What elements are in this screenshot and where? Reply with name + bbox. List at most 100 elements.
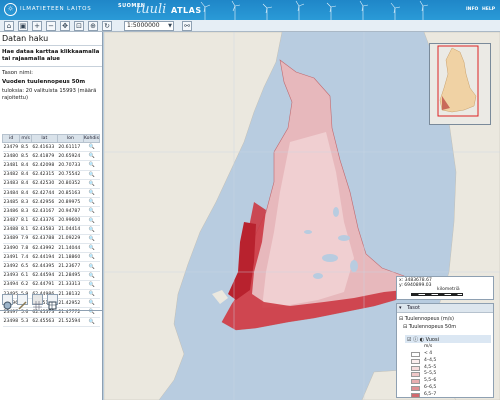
table-row[interactable]: 23492 6.5 62.44395 21.23677 🔍 bbox=[2, 261, 100, 272]
table-row[interactable]: 23485 8.3 62.42956 20.89975 🔍 bbox=[2, 197, 100, 208]
table-cell: 23489 bbox=[2, 234, 20, 245]
scale-value: 1:5000000 bbox=[127, 22, 160, 29]
zoom-to-icon[interactable]: 🔍 bbox=[83, 170, 100, 180]
table-cell: 21.14044 bbox=[57, 243, 84, 254]
home-icon[interactable]: ⌂ bbox=[4, 21, 14, 31]
table-cell: 62.43992 bbox=[31, 243, 58, 254]
col-header-kohdista[interactable]: Kohdis bbox=[82, 134, 101, 143]
overview-map[interactable] bbox=[429, 43, 491, 125]
layer-item[interactable]: ⊟ Tuulennopeus 50m bbox=[403, 324, 456, 330]
table-cell: 20.80352 bbox=[57, 179, 84, 189]
table-row[interactable]: 23483 8.4 62.42530 20.80352 🔍 bbox=[2, 179, 100, 189]
zoom-to-icon[interactable]: 🔍 bbox=[83, 197, 100, 208]
collapse-icon[interactable]: ▾ bbox=[399, 305, 402, 311]
table-icon[interactable] bbox=[47, 294, 58, 310]
table-row[interactable]: 23484 8.4 62.42744 20.85163 🔍 bbox=[2, 188, 100, 199]
map-toolbar: ⌂ ▣ + − ✥ ⊡ ⊕ ↻ 1:5000000 ▼ ⚯ bbox=[0, 20, 500, 32]
table-cell: 23487 bbox=[2, 216, 20, 226]
table-row[interactable]: 23481 8.4 62.42098 20.70733 🔍 bbox=[2, 160, 100, 171]
table-cell: 7.8 bbox=[19, 243, 32, 254]
table-row[interactable]: 23490 7.8 62.43992 21.14044 🔍 bbox=[2, 243, 100, 254]
legend-swatch bbox=[411, 372, 420, 378]
table-row[interactable]: 23488 8.1 62.43583 21.04414 🔍 bbox=[2, 225, 100, 235]
legend-label: 6–6,5 bbox=[424, 385, 437, 390]
col-header-lat[interactable]: lat bbox=[30, 134, 58, 143]
zoom-to-icon[interactable]: 🔍 bbox=[83, 225, 100, 235]
table-row[interactable]: 23491 7.4 62.44194 21.18860 🔍 bbox=[2, 252, 100, 263]
zoom-to-icon[interactable]: 🔍 bbox=[83, 206, 100, 217]
table-row[interactable]: 23489 7.9 62.43788 21.09229 🔍 bbox=[2, 234, 100, 245]
table-cell: 21.28495 bbox=[57, 271, 84, 281]
table-row[interactable]: 23494 6.2 62.44791 21.33313 🔍 bbox=[2, 280, 100, 291]
layer-label: Tason nimi: bbox=[2, 70, 34, 76]
table-row[interactable]: 23482 8.4 62.42315 20.75542 🔍 bbox=[2, 170, 100, 180]
scale-select[interactable]: 1:5000000 ▼ bbox=[124, 21, 174, 31]
table-row[interactable]: 23479 8.5 62.41633 20.61117 🔍 bbox=[2, 142, 100, 153]
table-row[interactable]: 23493 6.1 62.44594 21.28495 🔍 bbox=[2, 271, 100, 281]
table-cell: 21.33313 bbox=[57, 280, 84, 291]
zoom-to-icon[interactable]: 🔍 bbox=[83, 142, 100, 153]
legend-label: 6,5–7 bbox=[424, 391, 437, 397]
table-cell: 23494 bbox=[2, 280, 20, 291]
zoom-to-icon[interactable]: 🔍 bbox=[83, 179, 100, 189]
layers-panel: ▾ Tasot ⊟ Tuulennopeus (m/s) ⊟ Tuulennop… bbox=[396, 303, 494, 398]
zoom-to-icon[interactable]: 🔍 bbox=[83, 188, 100, 199]
table-cell: 62.43788 bbox=[31, 234, 58, 245]
zoom-to-icon[interactable]: 🔍 bbox=[83, 151, 100, 162]
zoom-to-icon[interactable]: 🔍 bbox=[83, 261, 100, 272]
coordinate-readout: x: 3483678.67 y: 6940899.03 kilometriä bbox=[396, 276, 494, 300]
table-cell: 8.4 bbox=[19, 188, 32, 199]
zoom-to-icon[interactable]: 🔍 bbox=[83, 280, 100, 291]
opacity-icon[interactable]: ◐ bbox=[420, 337, 424, 343]
help-link[interactable]: HELP bbox=[482, 7, 495, 12]
table-row[interactable]: 23487 8.1 62.43376 20.99600 🔍 bbox=[2, 216, 100, 226]
brand-tuuli: tuuli bbox=[136, 2, 167, 17]
zoom-to-icon[interactable]: 🔍 bbox=[83, 234, 100, 245]
zoom-out-icon[interactable]: − bbox=[46, 21, 56, 31]
table-cell: 20.61117 bbox=[57, 142, 84, 153]
info-icon[interactable]: ⓘ bbox=[413, 337, 418, 343]
info-link[interactable]: INFO bbox=[466, 7, 478, 12]
zoom-to-icon[interactable]: 🔍 bbox=[83, 317, 100, 327]
table-row[interactable]: 23486 8.3 62.43167 20.94787 🔍 bbox=[2, 206, 100, 217]
table-cell: 8.4 bbox=[19, 179, 32, 189]
grid-icon[interactable] bbox=[32, 294, 43, 310]
globe-icon[interactable] bbox=[2, 294, 13, 310]
query-icon[interactable]: ⊕ bbox=[88, 21, 98, 31]
legend-row: 4,5–5 bbox=[411, 365, 471, 372]
col-header-lon[interactable]: lon bbox=[56, 134, 84, 143]
panel-tools bbox=[2, 294, 100, 310]
layer-group[interactable]: ⊟ Tuulennopeus (m/s) bbox=[399, 316, 454, 322]
expand-icon[interactable]: ⊟ bbox=[399, 316, 403, 322]
zoom-box-icon[interactable]: ▣ bbox=[18, 21, 28, 31]
zoom-to-icon[interactable]: 🔍 bbox=[83, 160, 100, 171]
refresh-icon[interactable]: ↻ bbox=[102, 21, 112, 31]
table-row[interactable]: 23480 8.5 62.41879 20.65924 🔍 bbox=[2, 151, 100, 162]
layers-header[interactable]: ▾ Tasot bbox=[397, 304, 493, 313]
expand-icon[interactable]: ⊟ bbox=[403, 324, 407, 330]
measure-icon[interactable] bbox=[17, 294, 28, 310]
zoom-to-icon[interactable]: 🔍 bbox=[83, 271, 100, 281]
legend-row: 4–4,5 bbox=[411, 358, 471, 365]
table-cell: 20.94787 bbox=[57, 206, 84, 217]
checkbox-icon[interactable]: ☑ bbox=[407, 337, 411, 343]
zoom-to-icon[interactable]: 🔍 bbox=[83, 252, 100, 263]
zoom-in-icon[interactable]: + bbox=[32, 21, 42, 31]
table-row[interactable]: 23498 5.3 62.45563 21.52594 🔍 bbox=[2, 317, 100, 327]
table-cell: 21.18860 bbox=[57, 252, 84, 263]
zoom-to-icon[interactable]: 🔍 bbox=[83, 216, 100, 226]
table-cell: 62.42744 bbox=[31, 188, 58, 199]
wind-turbines-decoration bbox=[200, 0, 429, 20]
table-cell: 23484 bbox=[2, 188, 20, 199]
zoom-to-icon[interactable]: 🔍 bbox=[83, 243, 100, 254]
col-header-id[interactable]: id bbox=[1, 134, 21, 143]
measure-tool-icon[interactable]: ⊡ bbox=[74, 21, 84, 31]
pan-icon[interactable]: ✥ bbox=[60, 21, 70, 31]
table-cell: 21.52594 bbox=[57, 317, 84, 327]
table-cell: 6.5 bbox=[19, 261, 32, 272]
col-header-ms[interactable]: m/s bbox=[19, 134, 32, 143]
table-cell: 7.4 bbox=[19, 252, 32, 263]
binoculars-icon[interactable]: ⚯ bbox=[182, 21, 192, 31]
sublayer-item[interactable]: ☑ ⓘ ◐ Vuosi bbox=[407, 336, 439, 343]
table-cell: 6.1 bbox=[19, 271, 32, 281]
